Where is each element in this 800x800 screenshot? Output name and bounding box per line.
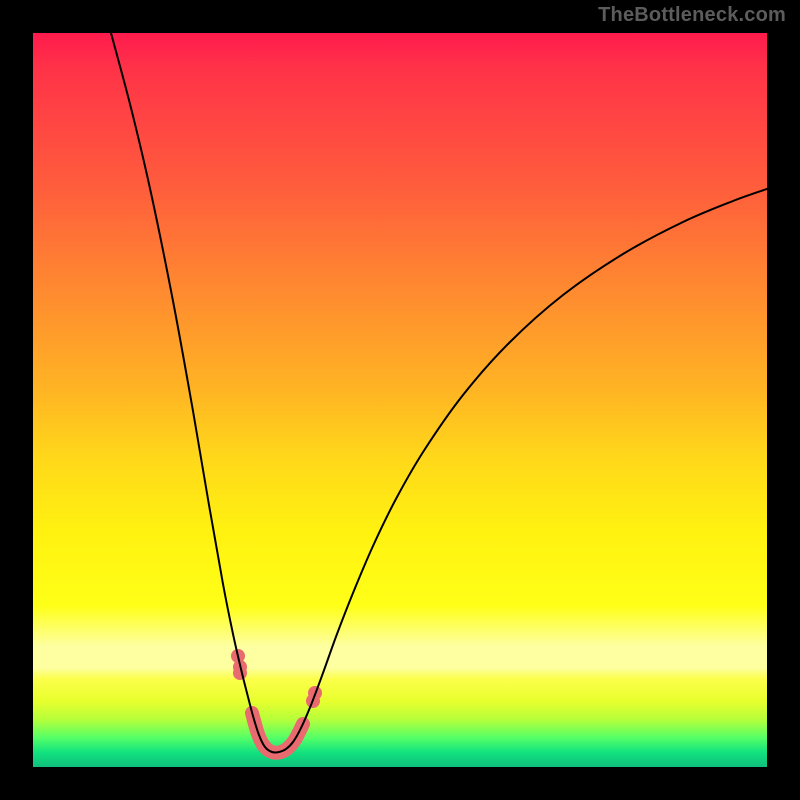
highlight-dots [231,649,322,708]
chart-frame: TheBottleneck.com [0,0,800,800]
watermark-label: TheBottleneck.com [598,4,786,27]
highlight-segment [252,713,303,753]
bottleneck-curve [111,33,767,752]
curve-layer [33,33,767,767]
plot-area [33,33,767,767]
